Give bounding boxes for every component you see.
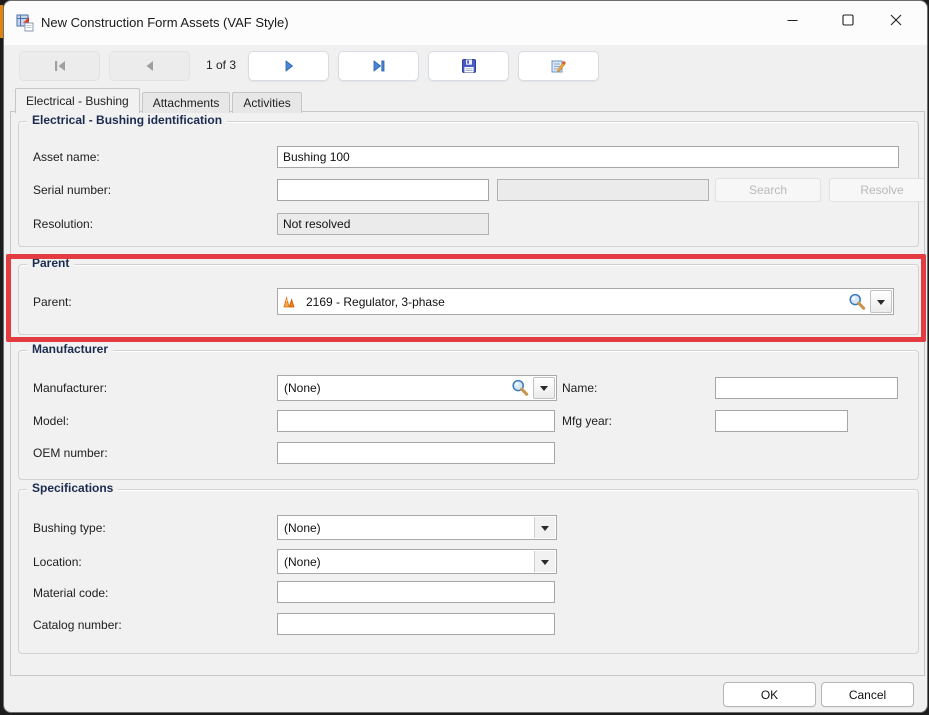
- asset-icon: [278, 294, 300, 310]
- titlebar: New Construction Form Assets (VAF Style): [4, 1, 927, 45]
- manufacturer-combo[interactable]: (None): [277, 375, 557, 401]
- manufacturer-search-magnifier-icon[interactable]: [508, 379, 532, 397]
- identification-group-title: Electrical - Bushing identification: [27, 113, 227, 127]
- bushing-type-dropdown-button[interactable]: [534, 517, 555, 538]
- screen: New Construction Form Assets (VAF Style): [0, 0, 929, 715]
- asset-name-label: Asset name:: [33, 150, 100, 164]
- chevron-down-icon: [540, 386, 548, 395]
- name-input[interactable]: [715, 377, 898, 399]
- material-code-input[interactable]: [277, 581, 555, 603]
- next-arrow-icon: [281, 59, 297, 73]
- tab-electrical-bushing[interactable]: Electrical - Bushing: [15, 88, 140, 113]
- specifications-group-title: Specifications: [27, 481, 118, 495]
- catalog-number-input[interactable]: [277, 613, 555, 635]
- model-input[interactable]: [277, 410, 555, 432]
- manufacturer-label: Manufacturer:: [33, 381, 107, 395]
- manufacturer-value[interactable]: (None): [278, 381, 508, 395]
- record-position: 1 of 3: [196, 51, 246, 79]
- bushing-type-select[interactable]: (None): [277, 515, 557, 540]
- maximize-icon: [842, 14, 854, 26]
- serial-number-label: Serial number:: [33, 183, 111, 197]
- first-record-button[interactable]: [19, 51, 100, 81]
- material-code-label: Material code:: [33, 586, 108, 600]
- skip-to-first-icon: [52, 59, 68, 73]
- cancel-button[interactable]: Cancel: [821, 682, 914, 707]
- parent-label: Parent:: [33, 295, 72, 309]
- resolve-button[interactable]: Resolve: [829, 178, 925, 202]
- maximize-button[interactable]: [825, 1, 871, 39]
- tab-page: Electrical - Bushing identification Asse…: [10, 111, 925, 676]
- parent-search-magnifier-icon[interactable]: [845, 293, 869, 311]
- serial-number-input[interactable]: [277, 179, 489, 201]
- parent-combo[interactable]: 2169 - Regulator, 3-phase: [277, 288, 894, 315]
- resolution-label: Resolution:: [33, 217, 93, 231]
- previous-record-button[interactable]: [109, 51, 190, 81]
- bushing-type-value[interactable]: (None): [278, 521, 533, 535]
- chevron-down-icon: [877, 300, 885, 309]
- parent-dropdown-button[interactable]: [870, 290, 892, 313]
- tab-strip: Electrical - Bushing Attachments Activit…: [15, 88, 304, 113]
- mfg-year-input[interactable]: [715, 410, 848, 432]
- serial-number-secondary-field: [497, 179, 709, 201]
- minimize-icon: [787, 15, 798, 26]
- resolution-field: [277, 213, 489, 235]
- chevron-down-icon: [541, 526, 549, 535]
- location-value[interactable]: (None): [278, 555, 533, 569]
- asset-name-input[interactable]: [277, 146, 899, 168]
- window-title: New Construction Form Assets (VAF Style): [41, 15, 289, 30]
- next-record-button[interactable]: [248, 51, 329, 81]
- close-button[interactable]: [873, 1, 919, 39]
- mfg-year-label: Mfg year:: [562, 414, 612, 428]
- chevron-down-icon: [541, 560, 549, 569]
- oem-number-label: OEM number:: [33, 446, 108, 460]
- app-icon: [16, 14, 34, 32]
- manufacturer-dropdown-button[interactable]: [533, 377, 555, 399]
- tab-attachments[interactable]: Attachments: [142, 92, 231, 113]
- parent-group-title: Parent: [27, 256, 74, 270]
- edit-form-button[interactable]: [518, 51, 599, 81]
- save-button[interactable]: [428, 51, 509, 81]
- location-dropdown-button[interactable]: [534, 551, 555, 572]
- tab-activities[interactable]: Activities: [232, 92, 301, 113]
- catalog-number-label: Catalog number:: [33, 618, 122, 632]
- ok-button[interactable]: OK: [723, 682, 816, 707]
- manufacturer-group-title: Manufacturer: [27, 342, 113, 356]
- location-label: Location:: [33, 555, 82, 569]
- bushing-type-label: Bushing type:: [33, 521, 106, 535]
- model-label: Model:: [33, 414, 69, 428]
- previous-arrow-icon: [142, 59, 158, 73]
- last-record-button[interactable]: [338, 51, 419, 81]
- search-button[interactable]: Search: [715, 178, 821, 202]
- location-select[interactable]: (None): [277, 549, 557, 574]
- parent-value[interactable]: 2169 - Regulator, 3-phase: [300, 295, 845, 309]
- notepad-pencil-icon: [550, 58, 567, 74]
- name-label: Name:: [562, 381, 597, 395]
- dialog-window: New Construction Form Assets (VAF Style): [3, 0, 928, 713]
- oem-number-input[interactable]: [277, 442, 555, 464]
- close-icon: [890, 14, 902, 26]
- skip-to-last-icon: [371, 59, 387, 73]
- minimize-button[interactable]: [769, 1, 815, 39]
- save-floppy-icon: [461, 58, 477, 74]
